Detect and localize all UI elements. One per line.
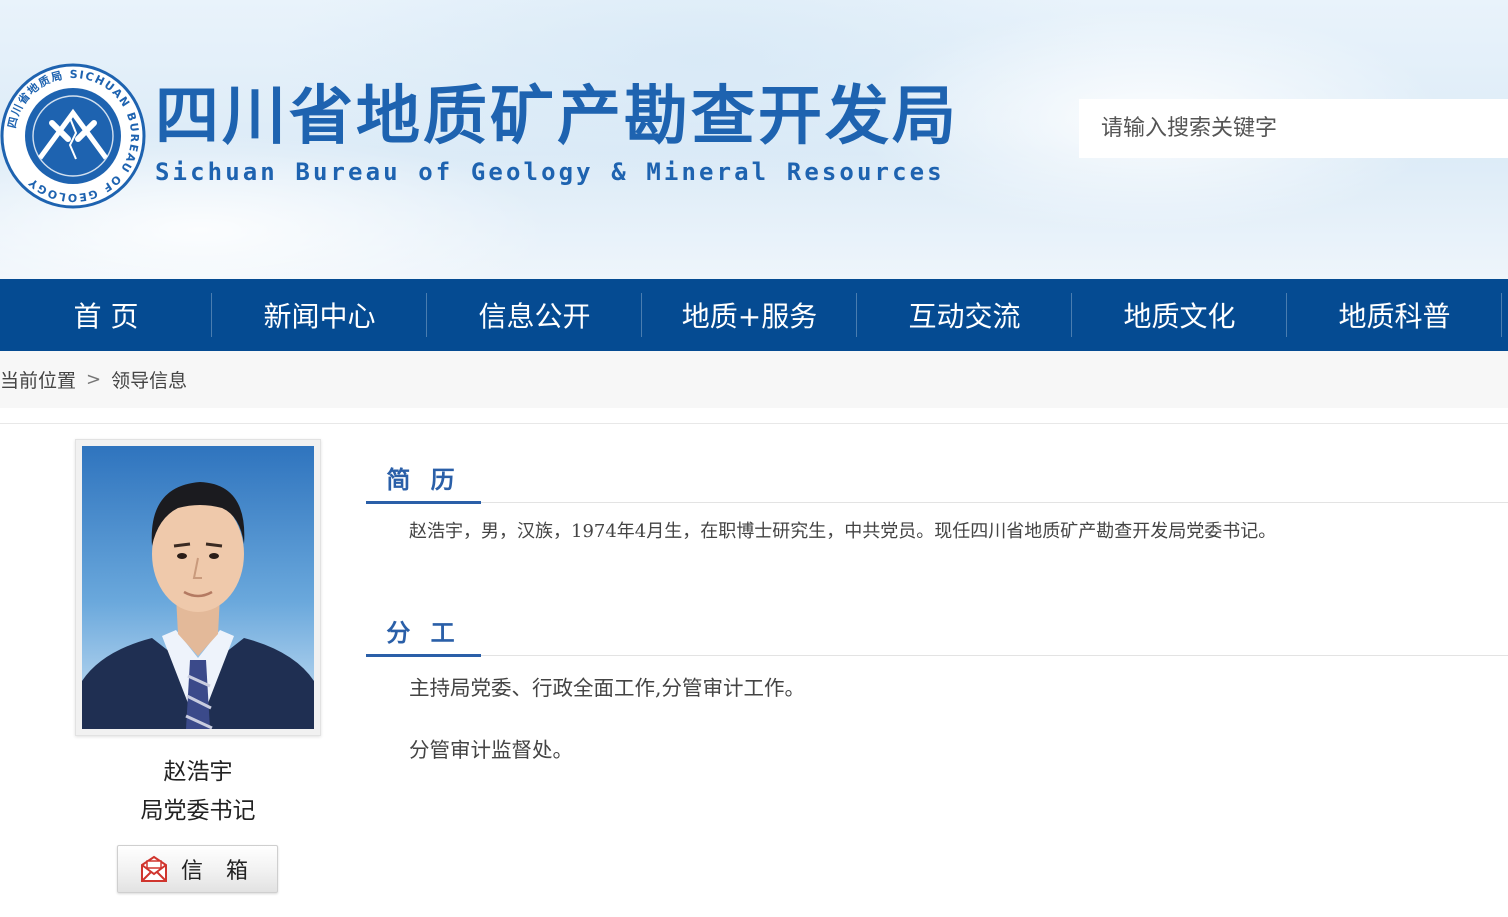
nav-item-interaction[interactable]: 互动交流 (857, 279, 1072, 351)
resume-text: 赵浩宇，男，汉族，1974年4月生，在职博士研究生，中共党员。现任四川省地质矿产… (409, 521, 1277, 542)
nav-item-geology-services[interactable]: 地质+服务 (642, 279, 857, 351)
leader-name: 赵浩宇 (163, 759, 233, 785)
nav-item-home[interactable]: 首 页 (0, 279, 212, 351)
content-divider (0, 423, 1508, 424)
search-input[interactable] (1079, 99, 1508, 158)
site-subtitle: Sichuan Bureau of Geology & Mineral Reso… (155, 158, 945, 186)
nav-item-news[interactable]: 新闻中心 (212, 279, 427, 351)
nav-item-info-disclosure[interactable]: 信息公开 (427, 279, 642, 351)
nav-item-geology-culture[interactable]: 地质文化 (1072, 279, 1287, 351)
bureau-logo-icon: 四川省地质局 SICHUAN BUREAU OF GEOLOGY (0, 63, 146, 209)
duties-section-header: 分 工 (366, 608, 1508, 657)
site-title: 四川省地质矿产勘查开发局 (155, 80, 959, 154)
mailbox-label: 信 箱 (181, 859, 256, 884)
mailbox-button[interactable]: 信 箱 (117, 845, 278, 893)
main-nav: 首 页 新闻中心 信息公开 地质+服务 互动交流 地质文化 地质科普 (0, 279, 1508, 351)
resume-section-header: 简 历 (366, 455, 1508, 504)
leader-portrait-photo (82, 446, 314, 729)
duty-line: 分管审计监督处。 (409, 738, 573, 762)
duty-line: 主持局党委、行政全面工作,分管审计工作。 (409, 676, 806, 700)
leader-photo-frame (75, 439, 321, 736)
leader-position: 局党委书记 (140, 798, 256, 824)
breadcrumb-separator: > (86, 369, 102, 390)
nav-item-geology-science[interactable]: 地质科普 (1287, 279, 1502, 351)
breadcrumb-page[interactable]: 领导信息 (111, 366, 187, 393)
breadcrumb-current-label: 当前位置 (0, 370, 77, 392)
duties-heading: 分 工 (366, 610, 481, 657)
breadcrumb: 当前位置 > 领导信息 (0, 351, 1508, 408)
resume-heading: 简 历 (366, 457, 481, 504)
envelope-icon (141, 855, 167, 882)
site-header: 四川省地质局 SICHUAN BUREAU OF GEOLOGY 四川省地质矿产… (0, 0, 1508, 279)
